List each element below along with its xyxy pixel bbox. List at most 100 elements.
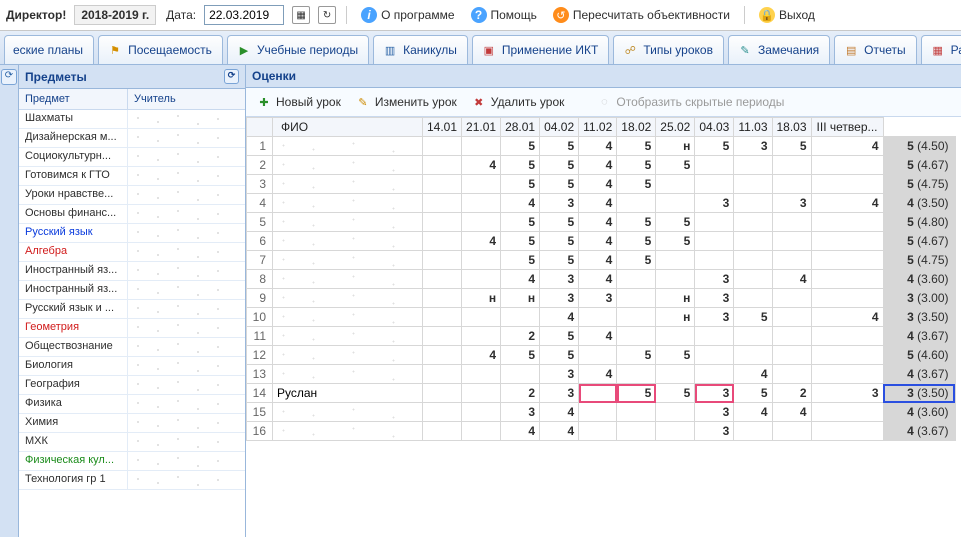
mark-cell[interactable] <box>462 194 501 213</box>
tab-reports[interactable]: ▤ Отчеты <box>834 35 916 64</box>
mark-cell[interactable] <box>423 327 462 346</box>
mark-cell[interactable]: 3 <box>695 289 734 308</box>
delete-lesson-button[interactable]: ✖ Удалить урок <box>467 92 569 112</box>
subject-row[interactable]: МХК <box>19 433 245 452</box>
mark-cell[interactable] <box>734 289 772 308</box>
grade-row[interactable]: 104н3543 (3.50) <box>247 308 956 327</box>
mark-cell[interactable] <box>811 213 883 232</box>
mark-cell[interactable] <box>579 308 617 327</box>
mark-cell[interactable] <box>811 251 883 270</box>
subject-row[interactable]: Иностранный яз... <box>19 262 245 281</box>
grade-row[interactable]: 133444 (3.67) <box>247 365 956 384</box>
mark-cell[interactable] <box>423 365 462 384</box>
tab-schedule[interactable]: ▦ Расписание <box>921 35 961 64</box>
mark-cell[interactable] <box>811 365 883 384</box>
mark-cell[interactable] <box>811 175 883 194</box>
mark-cell[interactable] <box>695 251 734 270</box>
date-input[interactable] <box>204 5 284 25</box>
mark-cell[interactable]: 3 <box>540 384 579 403</box>
mark-cell[interactable] <box>772 422 811 441</box>
mark-cell[interactable] <box>617 422 656 441</box>
mark-cell[interactable] <box>734 251 772 270</box>
mark-cell[interactable] <box>656 422 695 441</box>
mark-cell[interactable] <box>772 346 811 365</box>
mark-cell[interactable] <box>734 194 772 213</box>
mark-cell[interactable]: 3 <box>734 137 772 156</box>
mark-cell[interactable]: 2 <box>501 327 540 346</box>
mark-cell[interactable] <box>772 251 811 270</box>
mark-cell[interactable] <box>423 194 462 213</box>
mark-cell[interactable]: 3 <box>811 384 883 403</box>
mark-cell[interactable] <box>695 327 734 346</box>
mark-cell[interactable]: 4 <box>579 137 617 156</box>
subject-row[interactable]: Биология <box>19 357 245 376</box>
mark-cell[interactable] <box>656 270 695 289</box>
subject-row[interactable]: Готовимся к ГТО <box>19 167 245 186</box>
mark-cell[interactable]: н <box>501 289 540 308</box>
mark-cell[interactable] <box>423 270 462 289</box>
mark-cell[interactable]: 5 <box>656 213 695 232</box>
mark-cell[interactable]: 5 <box>617 384 656 403</box>
subject-row[interactable]: Химия <box>19 414 245 433</box>
mark-cell[interactable]: 4 <box>734 403 772 422</box>
mark-cell[interactable]: 5 <box>617 213 656 232</box>
mark-cell[interactable] <box>734 346 772 365</box>
mark-cell[interactable]: 4 <box>579 251 617 270</box>
mark-cell[interactable] <box>656 327 695 346</box>
mark-cell[interactable] <box>695 175 734 194</box>
mark-cell[interactable]: 4 <box>501 422 540 441</box>
mark-cell[interactable]: 3 <box>772 194 811 213</box>
mark-cell[interactable] <box>695 156 734 175</box>
edit-lesson-button[interactable]: ✎ Изменить урок <box>351 92 461 112</box>
mark-cell[interactable] <box>811 346 883 365</box>
subject-row[interactable]: Дизайнерская м... <box>19 129 245 148</box>
mark-cell[interactable]: 5 <box>540 137 579 156</box>
mark-cell[interactable]: 5 <box>501 232 540 251</box>
mark-cell[interactable]: 5 <box>501 251 540 270</box>
recalc-button[interactable]: ↺ Пересчитать объективности <box>549 5 734 25</box>
mark-cell[interactable] <box>579 384 617 403</box>
mark-cell[interactable] <box>579 346 617 365</box>
mark-cell[interactable] <box>423 308 462 327</box>
mark-cell[interactable]: 5 <box>656 156 695 175</box>
mark-cell[interactable] <box>656 251 695 270</box>
mark-cell[interactable]: н <box>656 289 695 308</box>
mark-cell[interactable]: 5 <box>540 251 579 270</box>
mark-cell[interactable] <box>462 384 501 403</box>
mark-cell[interactable] <box>656 194 695 213</box>
mark-cell[interactable] <box>462 403 501 422</box>
mark-cell[interactable]: 5 <box>734 384 772 403</box>
about-button[interactable]: i О программе <box>357 5 458 25</box>
tab-ikt[interactable]: ▣ Применение ИКТ <box>472 35 610 64</box>
mark-cell[interactable]: 4 <box>579 156 617 175</box>
mark-cell[interactable] <box>772 156 811 175</box>
subject-row[interactable]: Уроки нравстве... <box>19 186 245 205</box>
mark-cell[interactable] <box>462 327 501 346</box>
mark-cell[interactable]: н <box>462 289 501 308</box>
mark-cell[interactable]: 4 <box>772 403 811 422</box>
mark-cell[interactable]: 4 <box>462 156 501 175</box>
mark-cell[interactable] <box>462 213 501 232</box>
mark-cell[interactable]: 4 <box>579 327 617 346</box>
mark-cell[interactable]: 4 <box>579 175 617 194</box>
mark-cell[interactable] <box>734 422 772 441</box>
mark-cell[interactable] <box>772 232 811 251</box>
subject-row[interactable]: Русский язык и ... <box>19 300 245 319</box>
mark-cell[interactable]: 5 <box>501 156 540 175</box>
grade-row[interactable]: 164434 (3.67) <box>247 422 956 441</box>
grade-row[interactable]: 24554555 (4.67) <box>247 156 956 175</box>
mark-cell[interactable] <box>772 213 811 232</box>
grade-row[interactable]: 64554555 (4.67) <box>247 232 956 251</box>
mark-cell[interactable] <box>734 175 772 194</box>
mark-cell[interactable] <box>811 156 883 175</box>
today-icon[interactable]: ↻ <box>318 6 336 24</box>
mark-cell[interactable]: 5 <box>540 213 579 232</box>
mark-cell[interactable] <box>617 289 656 308</box>
grade-row[interactable]: 112544 (3.67) <box>247 327 956 346</box>
mark-cell[interactable]: 4 <box>579 270 617 289</box>
mark-cell[interactable] <box>734 232 772 251</box>
mark-cell[interactable] <box>695 365 734 384</box>
mark-cell[interactable] <box>462 251 501 270</box>
show-hidden-periods-button[interactable]: ◌ Отобразить скрытые периоды <box>592 92 788 112</box>
mark-cell[interactable]: 5 <box>734 308 772 327</box>
